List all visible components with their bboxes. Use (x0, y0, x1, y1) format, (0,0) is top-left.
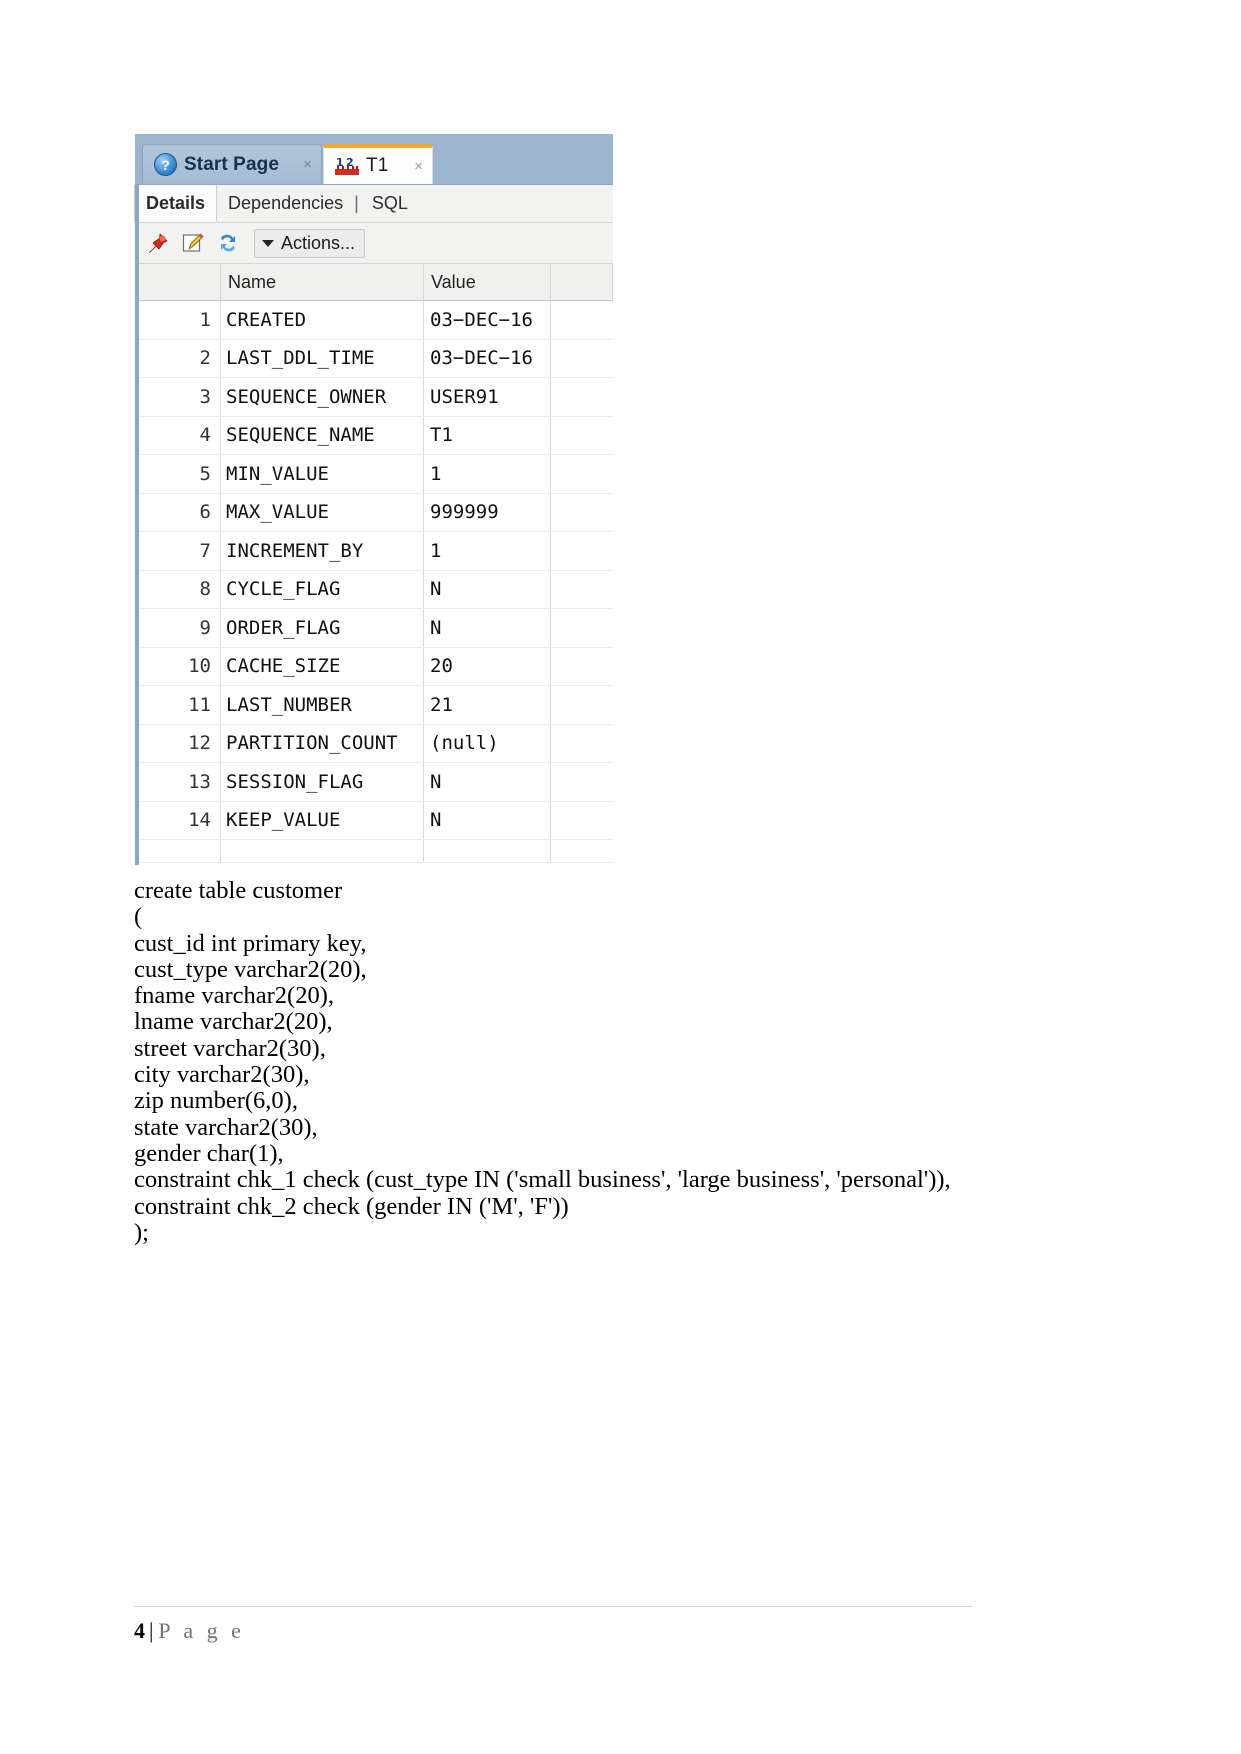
subtab-details-label: Details (146, 193, 206, 213)
table-row[interactable]: 13 SESSION_FLAG N (135, 763, 613, 802)
cell-name[interactable]: CYCLE_FLAG (221, 570, 424, 608)
cell-name[interactable]: LAST_NUMBER (221, 686, 424, 724)
row-number: 2 (135, 339, 221, 377)
editor-tab-strip: ? Start Page × 1 2 T1 × (135, 134, 613, 185)
cell-value[interactable]: 1 (424, 455, 551, 493)
sqldeveloper-window-screenshot: ? Start Page × 1 2 T1 × Details Dependen… (134, 134, 613, 865)
cell-name[interactable]: INCREMENT_BY (221, 532, 424, 570)
cell-value[interactable]: N (424, 801, 551, 839)
tab-start-page-close-icon[interactable]: × (303, 157, 312, 172)
grid-empty-row (135, 840, 613, 863)
grid-empty-value (424, 840, 551, 862)
footer-page-number: 4 (134, 1618, 145, 1643)
table-row[interactable]: 14 KEEP_VALUE N (135, 801, 613, 840)
row-number: 5 (135, 455, 221, 493)
subtab-dependencies-label: Dependencies (228, 193, 344, 213)
tab-t1[interactable]: 1 2 T1 × (323, 144, 433, 184)
pin-icon[interactable] (145, 230, 171, 256)
tab-t1-close-icon[interactable]: × (414, 159, 423, 174)
tab-start-page-label: Start Page (184, 153, 279, 175)
tab-start-page[interactable]: ? Start Page × (142, 144, 322, 184)
row-number: 4 (135, 416, 221, 454)
table-row[interactable]: 6 MAX_VALUE 999999 (135, 493, 613, 532)
grid-header-row: Name Value (135, 264, 613, 301)
detail-subtab-bar: Details Dependencies | SQL (134, 185, 613, 223)
table-row[interactable]: 10 CACHE_SIZE 20 (135, 647, 613, 686)
row-number: 1 (135, 301, 221, 339)
cell-name[interactable]: CACHE_SIZE (221, 647, 424, 685)
row-number: 6 (135, 493, 221, 531)
actions-button[interactable]: Actions... (254, 228, 366, 258)
help-icon: ? (154, 153, 177, 176)
table-row[interactable]: 2 LAST_DDL_TIME 03−DEC−16 (135, 339, 613, 378)
grid-empty-name (221, 840, 424, 862)
row-number: 8 (135, 570, 221, 608)
cell-name[interactable]: SEQUENCE_NAME (221, 416, 424, 454)
cell-value[interactable]: 20 (424, 647, 551, 685)
sql-code-block: create table customer ( cust_id int prim… (134, 877, 951, 1246)
refresh-icon[interactable] (215, 230, 241, 256)
row-number: 7 (135, 532, 221, 570)
cell-name[interactable]: KEEP_VALUE (221, 801, 424, 839)
cell-value[interactable]: (null) (424, 724, 551, 762)
cell-name[interactable]: SESSION_FLAG (221, 763, 424, 801)
detail-toolbar: Actions... (135, 223, 613, 264)
table-row[interactable]: 4 SEQUENCE_NAME T1 (135, 416, 613, 455)
row-number: 9 (135, 609, 221, 647)
row-number: 11 (135, 686, 221, 724)
grid-header-value[interactable]: Value (424, 264, 551, 300)
row-number: 13 (135, 763, 221, 801)
window-left-edge (135, 184, 139, 865)
cell-name[interactable]: CREATED (221, 301, 424, 339)
table-row[interactable]: 5 MIN_VALUE 1 (135, 455, 613, 494)
cell-name[interactable]: SEQUENCE_OWNER (221, 378, 424, 416)
cell-value[interactable]: N (424, 609, 551, 647)
table-row[interactable]: 3 SEQUENCE_OWNER USER91 (135, 378, 613, 417)
table-row[interactable]: 11 LAST_NUMBER 21 (135, 686, 613, 725)
grid-header-rownum (135, 264, 221, 300)
footer-separator: | (149, 1618, 154, 1643)
sequence-icon: 1 2 (335, 155, 359, 177)
cell-value[interactable]: 1 (424, 532, 551, 570)
cell-name[interactable]: PARTITION_COUNT (221, 724, 424, 762)
cell-value[interactable]: 21 (424, 686, 551, 724)
actions-button-label: Actions... (281, 232, 356, 253)
table-row[interactable]: 8 CYCLE_FLAG N (135, 570, 613, 609)
table-row[interactable]: 7 INCREMENT_BY 1 (135, 532, 613, 571)
subtab-separator: | (354, 193, 359, 213)
table-row[interactable]: 9 ORDER_FLAG N (135, 609, 613, 648)
table-row[interactable]: 12 PARTITION_COUNT (null) (135, 724, 613, 763)
table-row[interactable]: 1 CREATED 03−DEC−16 (135, 301, 613, 340)
cell-value[interactable]: N (424, 570, 551, 608)
cell-value[interactable]: USER91 (424, 378, 551, 416)
cell-value[interactable]: T1 (424, 416, 551, 454)
cell-name[interactable]: MAX_VALUE (221, 493, 424, 531)
subtab-sql-label: SQL (371, 193, 408, 213)
cell-value[interactable]: 03−DEC−16 (424, 301, 551, 339)
grid-header-filler (551, 264, 613, 300)
grid-header-name[interactable]: Name (221, 264, 424, 300)
cell-name[interactable]: MIN_VALUE (221, 455, 424, 493)
row-number: 3 (135, 378, 221, 416)
cell-name[interactable]: ORDER_FLAG (221, 609, 424, 647)
tab-t1-label: T1 (366, 155, 389, 176)
subtab-sql[interactable]: SQL (361, 185, 419, 222)
cell-name[interactable]: LAST_DDL_TIME (221, 339, 424, 377)
grid-empty-rownum (135, 840, 221, 862)
grid-body: 1 CREATED 03−DEC−16 2 LAST_DDL_TIME 03−DEC−16… (135, 301, 613, 840)
subtab-details[interactable]: Details (134, 185, 218, 222)
cell-value[interactable]: N (424, 763, 551, 801)
footer-page-label: P a g e (158, 1618, 245, 1643)
subtab-dependencies[interactable]: Dependencies (217, 185, 354, 222)
cell-value[interactable]: 03−DEC−16 (424, 339, 551, 377)
page-footer: 4 | P a g e (134, 1618, 245, 1644)
footer-divider (134, 1606, 972, 1607)
row-number: 10 (135, 647, 221, 685)
row-number: 14 (135, 801, 221, 839)
edit-icon[interactable] (180, 230, 206, 256)
cell-value[interactable]: 999999 (424, 493, 551, 531)
row-number: 12 (135, 724, 221, 762)
chevron-down-icon (262, 239, 274, 247)
sequence-properties-grid: Name Value 1 CREATED 03−DEC−16 2 LAST_DDL_TI… (135, 264, 613, 863)
